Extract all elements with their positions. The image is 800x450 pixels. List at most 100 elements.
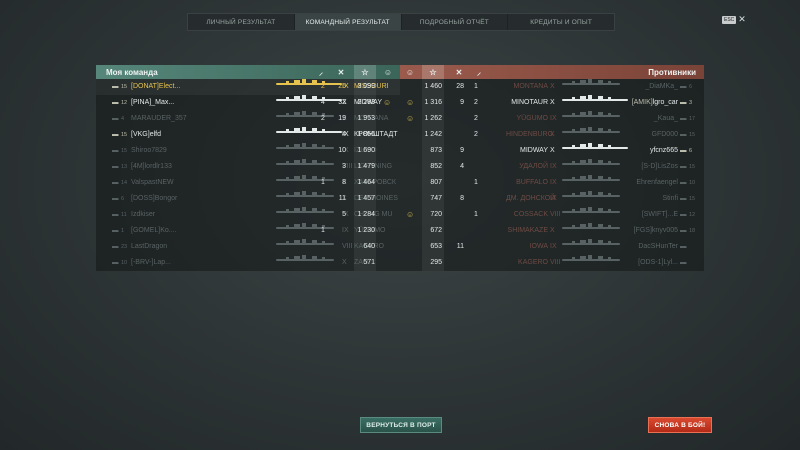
ship-silhouette-icon bbox=[562, 223, 620, 229]
clan-tag: [AMIK] bbox=[631, 99, 653, 106]
xp-value: 1 316 bbox=[424, 99, 442, 106]
my-team-row[interactable]: ▬ 11 Izdkiser IX CHUNG MU 5 1 284 bbox=[96, 207, 400, 223]
my-team-row[interactable]: ▬ 23 LastDragon VIII KAGERO 640 bbox=[96, 239, 400, 255]
kills-value: 2 bbox=[321, 115, 325, 122]
enemy-team-row[interactable]: 1 242 2 HINDENBURG X GFD000 ▬ 15 bbox=[400, 127, 704, 143]
rank-value: 3 bbox=[689, 100, 693, 106]
tab-team-result[interactable]: КОМАНДНЫЙ РЕЗУЛЬТАТ bbox=[294, 14, 402, 30]
xp-value: 2 283 bbox=[357, 99, 375, 106]
enemy-team-row[interactable]: 852 4 УДАЛОЙ IX [S-D]LisZos ▬ 15 bbox=[400, 159, 704, 175]
kills-value: 4 bbox=[321, 99, 325, 106]
planes-value: 19 bbox=[338, 115, 346, 122]
clan-tag: [GOMEL] bbox=[131, 227, 161, 234]
enemy-team-row[interactable]: 747 8 ДМ. ДОНСКОЙ IX Stinfi ▬ 15 bbox=[400, 191, 704, 207]
tab-personal-result[interactable]: ЛИЧНЫЙ РЕЗУЛЬТАТ bbox=[188, 14, 295, 30]
my-team-row[interactable]: ▬ 13 [4M]lordlr133 VIII LIGHTNING 3 1 479 bbox=[96, 159, 400, 175]
battle-again-button[interactable]: СНОВА В БОЙ! bbox=[648, 417, 712, 433]
enemy-team-title: Противники bbox=[648, 67, 696, 77]
enemy-team-row[interactable]: 1 460 28 1 MONTANA X _DiaMKa_ ▬ 6 bbox=[400, 79, 704, 95]
player-nickname: DacSHunTer bbox=[638, 243, 678, 250]
clan-tag: [DONAT] bbox=[131, 83, 159, 90]
enemy-team-row[interactable]: 807 1 BUFFALO IX Ehrenfaengel ▬ 10 bbox=[400, 175, 704, 191]
rank-value: 11 bbox=[121, 212, 127, 218]
my-team-row[interactable]: ▬ 10 [-BRV-]Lap... X ZAO 571 bbox=[96, 255, 400, 271]
my-team-list: ▬ 15 [DONAT]Elect... IX MISSOURI 2 25 3 099 ▬ 12[… bbox=[96, 79, 400, 271]
ship-tier: X bbox=[550, 147, 555, 154]
ship-silhouette-icon bbox=[276, 191, 334, 197]
ship-tier: IX bbox=[550, 179, 557, 186]
ship-silhouette-icon bbox=[276, 239, 334, 245]
kills-value: 2 bbox=[321, 83, 325, 90]
enemy-team-row[interactable]: ☺ 1 316 9 2 MINOTAUR X [AMIK]lgro_car ▬ 3 bbox=[400, 95, 704, 111]
karma-smile-icon: ☺ bbox=[406, 114, 415, 123]
player-nickname: knyv005 bbox=[651, 227, 678, 234]
my-team-row[interactable]: ▬ 4 MARAUDER_357 X MONTANA 2 19 1 953 bbox=[96, 111, 400, 127]
clan-tag: [S-D] bbox=[641, 163, 658, 170]
enemy-team-row[interactable]: 295 KAGERO VIII [ODS-1]Lyl... ▬ bbox=[400, 255, 704, 271]
player-name: [GOMEL]Ko.... bbox=[131, 223, 177, 239]
ship-name: COSSACK bbox=[513, 211, 548, 218]
clan-tag: [4M] bbox=[131, 163, 145, 170]
my-team-row[interactable]: ▬ 12 [PINA]_Max... X MIDWAY 4 32 2 283 ☺ bbox=[96, 95, 400, 111]
my-team-row[interactable]: ▬ 14 ValspastNEW X ХАБАРОВСК 1 8 1 464 bbox=[96, 175, 400, 191]
rank-badge-icon: ▬ bbox=[112, 131, 119, 138]
result-tabs: ЛИЧНЫЙ РЕЗУЛЬТАТ КОМАНДНЫЙ РЕЗУЛЬТАТ ПОД… bbox=[187, 13, 615, 31]
close-button[interactable]: ESC ✕ bbox=[722, 15, 746, 24]
kills-column-icon: ⸝ bbox=[477, 67, 481, 77]
return-to-port-button[interactable]: ВЕРНУТЬСЯ В ПОРТ bbox=[360, 417, 442, 433]
planes-value: 10 bbox=[338, 147, 346, 154]
rank-value: 10 bbox=[689, 180, 696, 186]
xp-column-icon: ☆ bbox=[354, 65, 376, 79]
xp-value: 1 242 bbox=[424, 131, 442, 138]
rank-value: 14 bbox=[121, 180, 128, 186]
enemy-team-row[interactable]: 672 SHIMAKAZE X [FGS]knyv005 ▬ 18 bbox=[400, 223, 704, 239]
xp-value: 1 460 bbox=[424, 83, 442, 90]
rank-value: 17 bbox=[689, 116, 696, 122]
rank-value: 10 bbox=[121, 260, 128, 266]
tab-detailed-report[interactable]: ПОДРОБНЫЙ ОТЧЁТ bbox=[402, 14, 509, 30]
rank-badge-icon: ▬ bbox=[680, 211, 687, 218]
ship-silhouette-icon bbox=[562, 175, 620, 181]
enemy-team-row[interactable]: ☺ 1 262 2 YŪGUMO IX _Kaua_ ▬ 17 bbox=[400, 111, 704, 127]
my-team-row[interactable]: ▬ 6 [DOSS]Bongor X DES MOINES 11 1 457 bbox=[96, 191, 400, 207]
player-nickname: lordlr133 bbox=[144, 163, 172, 170]
ship-silhouette-icon bbox=[276, 111, 334, 117]
ship-tier: X bbox=[550, 131, 555, 138]
ship-name: IOWA bbox=[529, 243, 548, 250]
ship-name: MINOTAUR bbox=[511, 99, 548, 106]
ship-silhouette-icon bbox=[562, 111, 620, 117]
enemy-team-row[interactable]: 653 11 IOWA IX DacSHunTer ▬ bbox=[400, 239, 704, 255]
planes-value: 9 bbox=[460, 147, 464, 154]
rank-badge-icon: ▬ bbox=[680, 99, 687, 106]
player-nickname: Elect... bbox=[158, 83, 181, 90]
ship-silhouette-icon bbox=[276, 223, 334, 229]
ship-silhouette-icon bbox=[276, 255, 334, 261]
tab-credits-xp[interactable]: КРЕДИТЫ И ОПЫТ bbox=[508, 14, 614, 30]
my-team-row[interactable]: ▬ 15 [VKG]elfd IX КРОНШТАДТ 4 1 856 bbox=[96, 127, 400, 143]
planes-value: 3 bbox=[342, 163, 346, 170]
enemy-team-row[interactable]: 873 9 MIDWAY Xyfcnz665 ▬ 6 bbox=[400, 143, 704, 159]
xp-value: 1 457 bbox=[357, 195, 375, 202]
ship-name: MIDWAY bbox=[520, 147, 548, 154]
my-team-row[interactable]: ▬ 15 Shiroo7829 IX IZUMO 10 1 690 bbox=[96, 143, 400, 159]
my-team-row[interactable]: ▬ 1 [GOMEL]Ko.... IX YŪGUMO 1 1 230 bbox=[96, 223, 400, 239]
my-team-row[interactable]: ▬ 15 [DONAT]Elect... IX MISSOURI 2 25 3 099 bbox=[96, 79, 400, 95]
kills-value: 1 bbox=[321, 227, 325, 234]
xp-value: 873 bbox=[430, 147, 442, 154]
enemy-team-row[interactable]: ☺ 720 1 COSSACK VIII [SWIFT]...E ▬ 12 bbox=[400, 207, 704, 223]
ship-silhouette-icon bbox=[562, 255, 620, 261]
player-name: _Kaua_ bbox=[622, 111, 678, 127]
xp-column-icon: ☆ bbox=[422, 65, 444, 79]
rank-badge-icon: ▬ bbox=[680, 195, 687, 202]
xp-value: 3 099 bbox=[357, 83, 375, 90]
rank-value: 23 bbox=[121, 244, 128, 250]
rank-value: 15 bbox=[689, 164, 696, 170]
ship-tier: IX bbox=[550, 163, 557, 170]
player-nickname: LastDragon bbox=[131, 243, 168, 250]
planes-value: 11 bbox=[456, 243, 464, 250]
player-name: MARAUDER_357 bbox=[131, 111, 187, 127]
ship-tier: IX bbox=[342, 227, 349, 234]
player-nickname: ...E bbox=[667, 211, 678, 218]
planes-value: 9 bbox=[460, 99, 464, 106]
karma-smile-icon: ☺ bbox=[406, 98, 415, 107]
